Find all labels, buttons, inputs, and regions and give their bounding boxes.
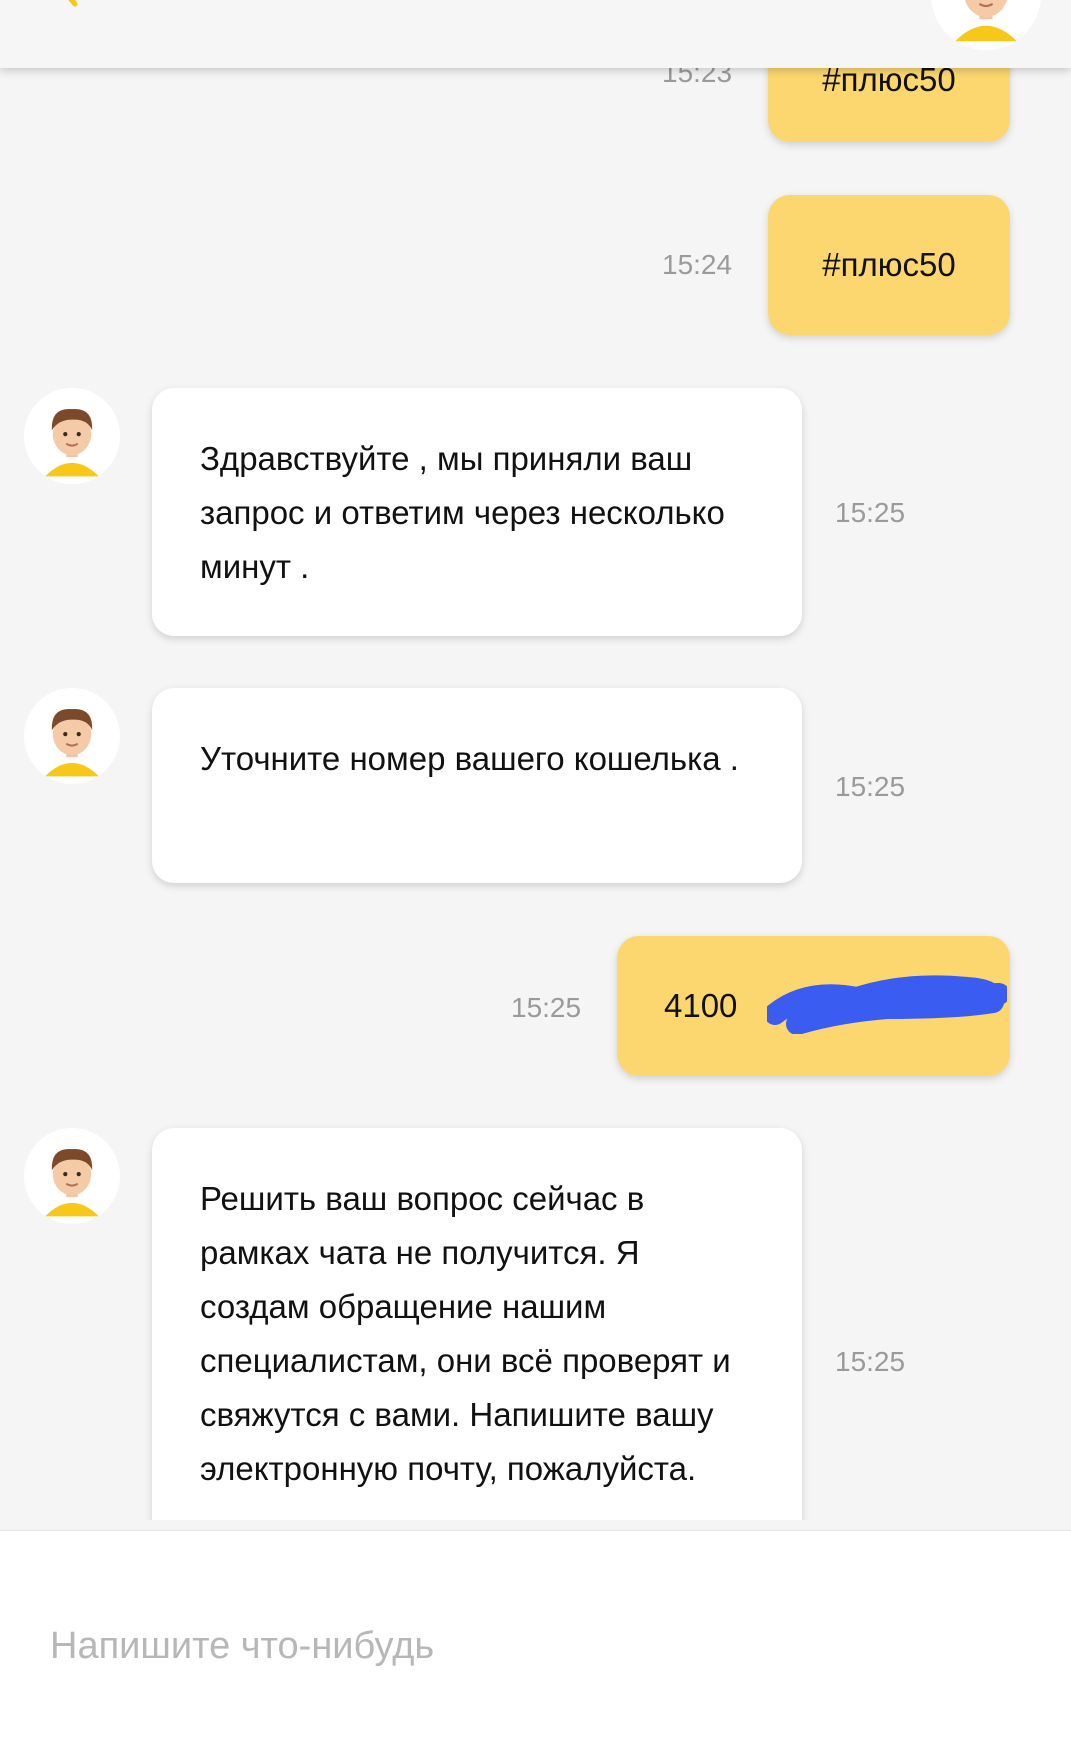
incoming-message[interactable]: Решить ваш вопрос сейчас в рамках чата н… [152, 1128, 802, 1520]
redaction-scribble [767, 975, 1007, 1034]
support-agent-avatar-icon [24, 1128, 120, 1224]
support-agent-avatar-icon [931, 0, 1041, 50]
message-composer [0, 1530, 1071, 1749]
incoming-message[interactable]: Здравствуйте , мы приняли ваш запрос и о… [152, 388, 802, 636]
support-avatar [24, 388, 120, 484]
message-time: 15:24 [662, 249, 733, 280]
back-arrow-icon[interactable] [55, 0, 95, 14]
support-avatar [24, 688, 120, 784]
message-input[interactable] [48, 1615, 1012, 1677]
incoming-message[interactable]: Уточните номер вашего кошелька . [152, 688, 802, 883]
message-time: 15:25 [835, 1346, 906, 1377]
message-text: #плюс50 [822, 246, 956, 283]
message-text: Уточните номер вашего кошелька . [200, 740, 739, 777]
support-agent-avatar-icon [24, 688, 120, 784]
message-time: 15:25 [835, 771, 906, 802]
message-time: 15:25 [835, 497, 906, 528]
header-avatar[interactable] [931, 0, 1041, 50]
message-time: 15:25 [511, 992, 582, 1023]
message-text: Решить ваш вопрос сейчас в рамках чата н… [200, 1180, 731, 1487]
header-bar [0, 0, 1071, 68]
support-agent-avatar-icon [24, 388, 120, 484]
chat-history[interactable]: #плюс50 15:23 #плюс50 15:24 Здравствуйте… [0, 0, 1071, 1520]
message-text: 4100 [664, 987, 738, 1024]
outgoing-message[interactable]: 4100 [617, 936, 1010, 1076]
outgoing-message[interactable]: #плюс50 [768, 195, 1010, 335]
support-avatar [24, 1128, 120, 1224]
message-text: Здравствуйте , мы приняли ваш запрос и о… [200, 440, 725, 585]
